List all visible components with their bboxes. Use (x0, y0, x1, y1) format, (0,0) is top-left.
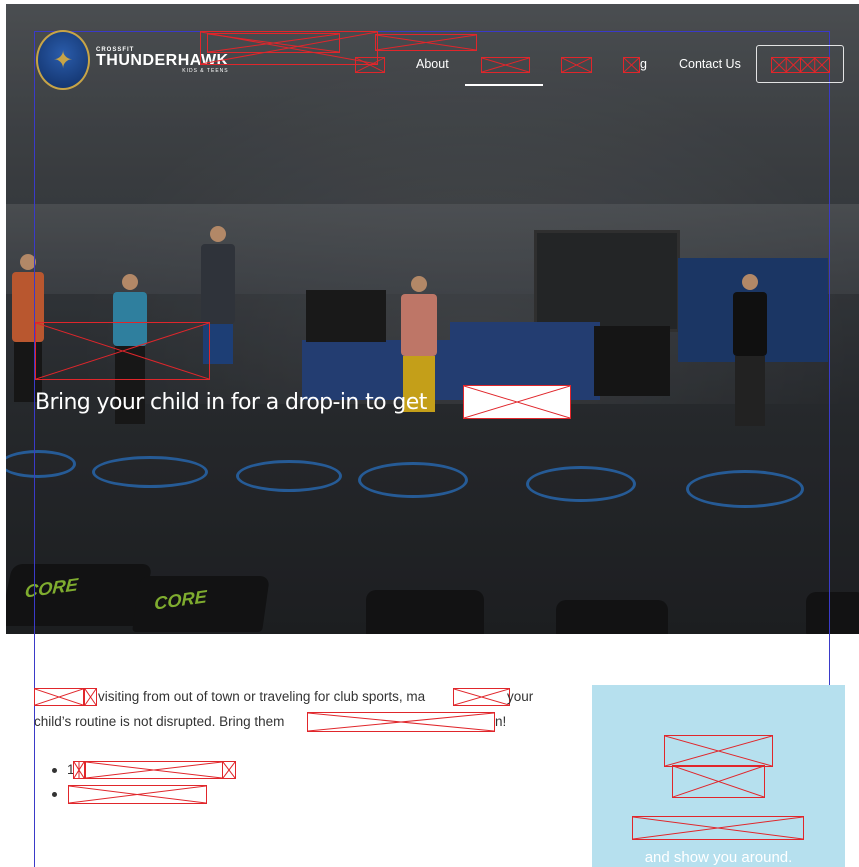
sidebar-heading-placeholder (664, 735, 773, 767)
inline-text-placeholder (84, 688, 97, 706)
inline-text-placeholder (453, 688, 510, 706)
inline-text-placeholder (34, 688, 84, 706)
content-paragraph-line2-end: n! (495, 714, 507, 729)
thunderhawk-bird-icon: ✦ (36, 30, 90, 90)
bullet-item-placeholder (68, 785, 207, 804)
nav-link-contact-us[interactable]: Contact Us (679, 57, 741, 71)
bullet-item-placeholder (85, 761, 223, 779)
sidebar-cta-card: and show you around. (592, 685, 845, 867)
missing-image-placeholder (207, 33, 340, 53)
inline-link-placeholder[interactable] (307, 712, 495, 732)
nav-item-placeholder[interactable] (355, 57, 385, 73)
content-paragraph-line1-end: your (507, 689, 534, 704)
sidebar-heading-placeholder (672, 765, 765, 798)
logo-tagline: KIDS & TEENS (182, 67, 229, 74)
missing-image-placeholder (375, 34, 477, 51)
hero-tagline: Bring your child in for a drop-in to get (35, 390, 427, 415)
nav-item-placeholder[interactable] (561, 57, 592, 73)
content-paragraph-line2: child’s routine is not disrupted. Bring … (34, 714, 285, 729)
nav-cta-label-placeholder (771, 57, 830, 73)
nav-link-partial[interactable]: g (640, 57, 647, 71)
hero-heading-placeholder (35, 322, 210, 380)
sidebar-text-placeholder (632, 816, 804, 840)
bullet-dot (52, 792, 57, 797)
inline-text-placeholder (73, 761, 85, 779)
nav-item-placeholder[interactable] (623, 57, 640, 73)
nav-active-indicator (465, 84, 543, 86)
sidebar-visible-text: and show you around. (644, 849, 793, 866)
nav-link-about[interactable]: About (416, 57, 449, 71)
inline-text-placeholder (222, 761, 236, 779)
hero-tagline-placeholder (463, 385, 571, 419)
content-paragraph-line1: visiting from out of town or traveling f… (98, 689, 426, 704)
bullet-dot (52, 768, 57, 773)
hero-banner: CORE CORE (6, 4, 859, 634)
nav-item-placeholder[interactable] (481, 57, 530, 73)
hero-overlay (6, 4, 859, 634)
